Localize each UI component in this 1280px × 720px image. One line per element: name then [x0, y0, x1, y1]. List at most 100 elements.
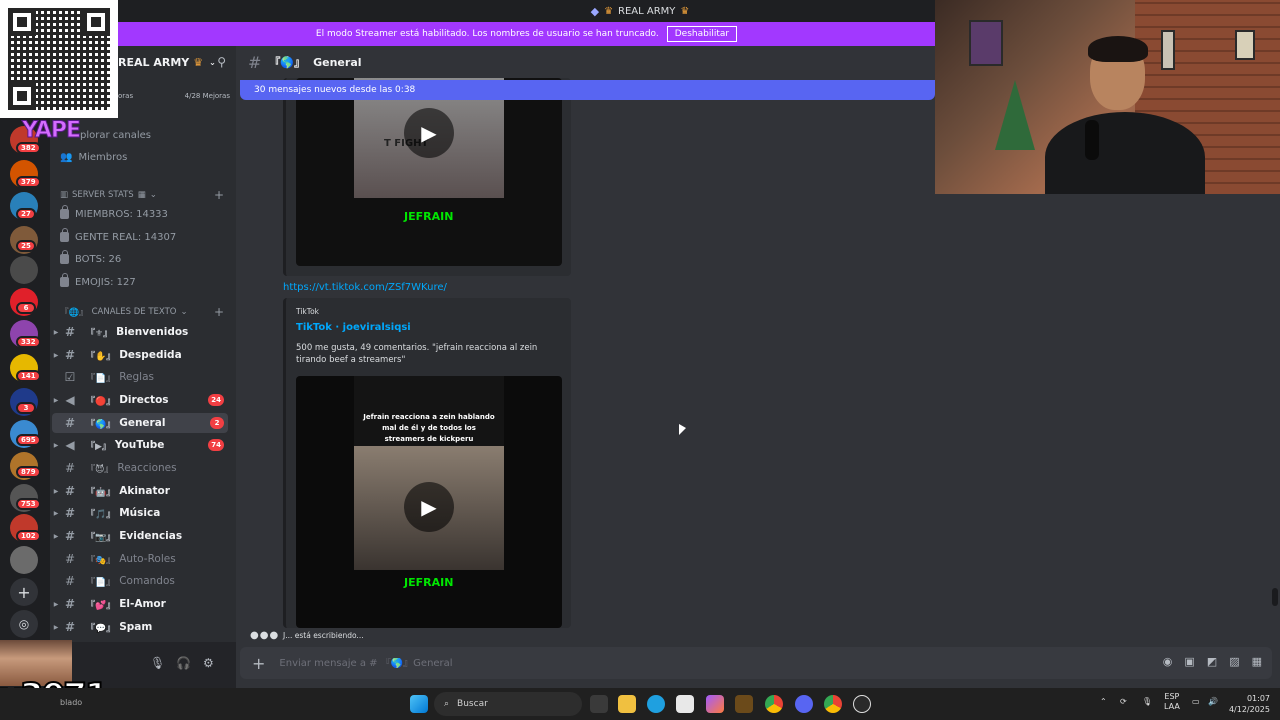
channel-akinator[interactable]: ▶ # 『🤖』 Akinator	[52, 481, 228, 501]
video-caption: Jefrain reacciona a zein hablando mal de…	[363, 413, 495, 443]
tiktok-link[interactable]: https://vt.tiktok.com/ZSf7WKure/	[283, 282, 447, 293]
chrome-icon[interactable]	[824, 695, 842, 713]
channel-auto-roles[interactable]: # 『🎭』 Auto-Roles	[52, 549, 228, 569]
channel-youtube[interactable]: ▶ ◀ 『▶』 YouTube 74	[52, 435, 228, 455]
play-icon[interactable]: ▶	[404, 108, 454, 158]
channel-title: General	[313, 55, 362, 69]
chart-icon: ▦	[137, 190, 146, 200]
channel-emoji: 『🌎』	[269, 56, 306, 69]
copilot-icon[interactable]	[706, 695, 724, 713]
server-icon[interactable]	[10, 546, 38, 574]
invite-icon[interactable]: ⚲	[217, 55, 226, 69]
server-badge: 102	[16, 530, 41, 542]
add-channel-icon[interactable]: +	[214, 305, 224, 319]
video-caption-box: Jefrain reacciona a zein hablando mal de…	[354, 376, 504, 446]
boost-icon[interactable]: ◉	[1163, 655, 1173, 668]
network-icon[interactable]: ▭	[1192, 697, 1200, 706]
add-server-icon[interactable]: +	[10, 578, 38, 606]
hash-icon: #	[64, 348, 76, 362]
channel-directos[interactable]: ▶ ◀ 『🔴』 Directos 24	[52, 390, 228, 410]
server-badge: 879	[16, 466, 41, 478]
task-view-icon[interactable]	[590, 695, 608, 713]
headphones-icon[interactable]: 🎧	[176, 656, 191, 670]
channel-emoji: 『🤖』	[86, 487, 116, 498]
obs-icon[interactable]	[853, 695, 871, 713]
members-link[interactable]: 👥 Miembros	[60, 148, 127, 166]
channel-despedida[interactable]: ▶ # 『✋』 Despedida	[52, 345, 228, 365]
channel-comandos[interactable]: # 『📄』 Comandos	[52, 571, 228, 591]
channel-reacciones[interactable]: # 『😈』 Reacciones	[52, 458, 228, 478]
channel-el-amor[interactable]: ▶ # 『💕』 El-Amor	[52, 594, 228, 614]
caret-right-icon: ▶	[53, 487, 59, 495]
new-messages-label: 30 mensajes nuevos desde las 0:38	[254, 85, 416, 95]
taskbar-clock[interactable]: 01:07 4/12/2025	[1226, 693, 1270, 715]
hash-icon: #	[64, 484, 76, 498]
video-thumbnail[interactable]: T FIGHT ▶ JEFRAIN	[296, 78, 562, 266]
edge-icon[interactable]	[647, 695, 665, 713]
plus-icon[interactable]: +	[252, 654, 265, 673]
boost-progress[interactable]: oras 4/28 Mejoras	[118, 92, 230, 100]
game-icon[interactable]	[735, 695, 753, 713]
channel-spam[interactable]: ▶ # 『💬』 Spam	[52, 617, 228, 637]
members-label: Miembros	[78, 151, 128, 163]
window-title: REAL ARMY	[618, 5, 676, 17]
microphone-icon[interactable]: 🎙	[150, 656, 165, 670]
file-explorer-icon[interactable]	[618, 695, 636, 713]
play-icon[interactable]: ▶	[404, 482, 454, 532]
chevron-up-icon[interactable]: ⌃	[1100, 697, 1107, 706]
language-code: ESP	[1164, 692, 1180, 701]
server-icon[interactable]	[10, 256, 38, 284]
channel-emoji: 『📷』	[86, 532, 116, 543]
channel-emoji: 『🎵』	[86, 509, 116, 520]
diamond-icon: ◆	[590, 4, 600, 18]
language-indicator[interactable]: ESP LAA	[1164, 692, 1180, 712]
banner-text: El modo Streamer está habilitado. Los no…	[315, 29, 659, 39]
sync-icon[interactable]: ⟳	[1120, 697, 1127, 706]
new-messages-bar[interactable]: 30 mensajes nuevos desde las 0:38	[240, 80, 935, 100]
streamer	[1045, 36, 1205, 194]
lock-icon	[60, 228, 69, 242]
members-icon: 👥	[60, 151, 73, 163]
embed-title[interactable]: TikTok · joeviralsiqsi	[296, 322, 411, 333]
channel-reglas[interactable]: ☑ 『📄』 Reglas	[52, 367, 228, 387]
windows-start-icon[interactable]	[410, 695, 428, 713]
sticker-icon[interactable]: ◩	[1207, 655, 1217, 668]
volume-icon[interactable]: 🔊	[1208, 697, 1218, 706]
browse-channels[interactable]: plorar canales	[80, 126, 151, 144]
stat-members[interactable]: MIEMBROS: 14333	[60, 205, 168, 223]
video-thumbnail[interactable]: Jefrain reacciona a zein hablando mal de…	[296, 376, 562, 628]
channel-bienvenidos[interactable]: ▶ # 『⚜』 Bienvenidos	[52, 322, 228, 342]
webcam-overlay	[935, 0, 1280, 194]
image-icon[interactable]: ▨	[1229, 655, 1239, 668]
gear-icon[interactable]: ⚙	[203, 656, 214, 670]
store-icon[interactable]	[676, 695, 694, 713]
discover-icon[interactable]: ◎	[10, 610, 38, 638]
gif-icon[interactable]: ▣	[1184, 655, 1194, 668]
channel-musica[interactable]: ▶ # 『🎵』 Música	[52, 503, 228, 523]
gift-icon[interactable]: ▦	[1252, 655, 1262, 668]
server-badge: 3	[16, 402, 36, 414]
christmas-tree	[995, 80, 1035, 150]
category-text-channels[interactable]: 『🌐』 CANALES DE TEXTO ⌄ +	[60, 304, 224, 320]
category-server-stats[interactable]: ▥ SERVER STATS ▦ ⌄ +	[60, 187, 224, 203]
chrome-icon[interactable]	[765, 695, 783, 713]
stat-bots[interactable]: BOTS: 26	[60, 250, 121, 268]
channel-general[interactable]: # 『🌎』 General 2	[52, 413, 228, 433]
message-input[interactable]	[279, 657, 980, 669]
channel-evidencias[interactable]: ▶ # 『📷』 Evidencias	[52, 526, 228, 546]
server-badge: 332	[16, 336, 41, 348]
scrollbar-thumb[interactable]	[1272, 588, 1278, 606]
server-name: REAL ARMY	[118, 55, 190, 69]
microphone-icon[interactable]: 🎙	[1142, 697, 1152, 706]
streamer-mode-banner: El modo Streamer está habilitado. Los no…	[118, 22, 935, 46]
stat-label: BOTS: 26	[75, 253, 122, 265]
discord-icon[interactable]	[795, 695, 813, 713]
add-channel-icon[interactable]: +	[214, 188, 224, 202]
taskbar-search[interactable]: ⌕ Buscar	[434, 692, 582, 716]
stat-emojis[interactable]: EMOJIS: 127	[60, 273, 136, 291]
disable-streamer-button[interactable]: Deshabilitar	[666, 26, 738, 42]
caret-right-icon: ▶	[53, 600, 59, 608]
server-badge: 25	[16, 240, 36, 252]
search-icon: ⌕	[444, 699, 450, 709]
stat-real[interactable]: GENTE REAL: 14307	[60, 228, 176, 246]
